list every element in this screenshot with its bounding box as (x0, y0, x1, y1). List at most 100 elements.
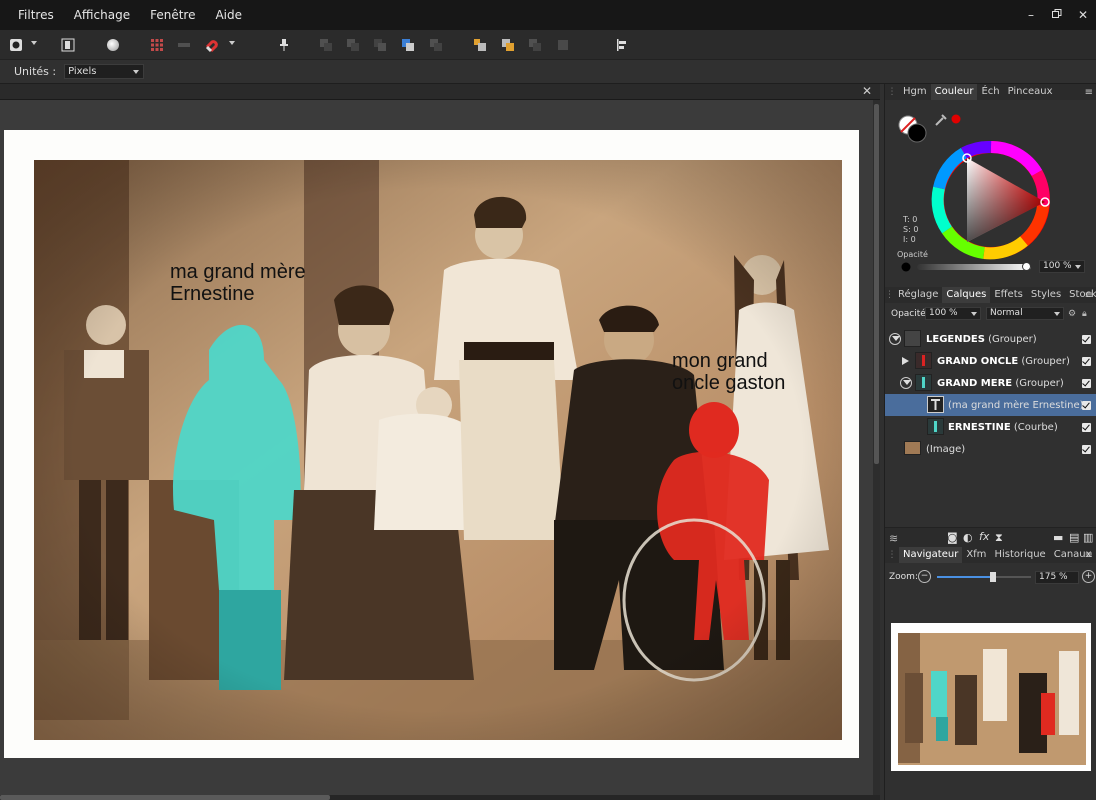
canvas-area[interactable]: ma grand mère Ernestine mon grand oncle … (0, 100, 880, 800)
menu-aide[interactable]: Aide (206, 8, 253, 22)
opacity-slider-thumb[interactable] (1022, 262, 1031, 271)
fill-stroke-swatch[interactable] (897, 114, 929, 144)
layer-row-grand-oncle[interactable]: GRAND ONCLE (Grouper) (885, 350, 1096, 372)
blend-mode-select[interactable]: Normal (986, 307, 1064, 320)
selection-mode-caret-icon[interactable] (31, 41, 37, 45)
horizontal-scrollbar[interactable] (0, 795, 880, 800)
layer-name: ERNESTINE (Courbe) (948, 421, 1058, 433)
layer-row-ernestine[interactable]: ERNESTINE (Courbe) (885, 416, 1096, 438)
zoom-select[interactable]: 175 % (1035, 571, 1079, 584)
eyedropper-icon[interactable] (933, 112, 949, 128)
layers-stack-icon[interactable]: ≋ (889, 532, 898, 545)
arrange-forward-icon[interactable] (368, 33, 392, 57)
close-document-icon[interactable]: ✕ (862, 84, 872, 98)
folder-icon[interactable]: ▬ (1053, 531, 1063, 544)
new-layer-icon[interactable]: ▤ (1069, 531, 1079, 544)
snapshot-icon[interactable] (56, 33, 80, 57)
visibility-checkbox[interactable] (1082, 356, 1091, 366)
layer-opacity-select[interactable]: 100 % (925, 307, 981, 320)
layer-name: (Image) (926, 443, 966, 455)
tab-hgm[interactable]: Hgm (899, 84, 931, 100)
layer-row-grand-mere[interactable]: GRAND MERE (Grouper) (885, 372, 1096, 394)
layer-row-image[interactable]: (Image) (885, 438, 1096, 460)
tab-styles[interactable]: Styles (1027, 287, 1065, 303)
tab-historique[interactable]: Historique (990, 547, 1049, 563)
zoom-out-icon[interactable]: − (918, 570, 931, 583)
panel-menu-icon[interactable]: ≡ (1085, 290, 1093, 301)
tab-couleur[interactable]: Couleur (930, 84, 978, 100)
visibility-checkbox[interactable] (1082, 400, 1091, 410)
tab-ech[interactable]: Éch (977, 84, 1003, 100)
panel-menu-icon[interactable]: ≡ (1085, 550, 1093, 561)
arrange-backward-icon[interactable] (341, 33, 365, 57)
visibility-checkbox[interactable] (1082, 378, 1091, 388)
distribute-icon[interactable] (610, 33, 634, 57)
arrange-back-icon[interactable] (314, 33, 338, 57)
layer-name: (ma grand mère Ernestine) (948, 399, 1084, 411)
visibility-checkbox[interactable] (1082, 444, 1091, 454)
minimize-icon[interactable]: – (1018, 8, 1044, 22)
zoom-in-icon[interactable]: + (1082, 570, 1095, 583)
navigator-preview[interactable] (891, 623, 1091, 771)
align-top-icon[interactable] (551, 33, 575, 57)
zoom-slider-thumb[interactable] (989, 572, 996, 582)
color-wheel[interactable] (929, 138, 1053, 262)
color-picker-icon[interactable] (101, 33, 125, 57)
active-color-dot[interactable] (951, 114, 961, 124)
align-right-icon[interactable] (523, 33, 547, 57)
horizontal-scroll-thumb[interactable] (0, 795, 330, 800)
intensity-value: I: 0 (903, 235, 916, 244)
caption-grandmother[interactable]: ma grand mère Ernestine (170, 261, 306, 305)
units-select[interactable]: Pixels (64, 64, 145, 79)
restore-icon[interactable] (1044, 8, 1070, 22)
pin-icon[interactable] (272, 33, 296, 57)
fx-icon[interactable]: fx (979, 530, 989, 543)
layer-row-caption-text[interactable]: (ma grand mère Ernestine) (885, 394, 1096, 416)
visibility-checkbox[interactable] (1082, 334, 1091, 344)
live-filter-icon[interactable]: ⧗ (995, 531, 1003, 545)
opacity-select[interactable]: 100 % (1039, 260, 1085, 273)
snapping-magnet-icon[interactable] (200, 33, 224, 57)
expand-icon[interactable] (902, 357, 909, 365)
vertical-scrollbar[interactable] (873, 100, 880, 800)
menu-filtres[interactable]: Filtres (9, 8, 65, 22)
panel-grip-icon[interactable]: ⋮ (885, 550, 899, 560)
close-icon[interactable]: ✕ (1070, 8, 1096, 22)
tab-xfm[interactable]: Xfm (962, 547, 990, 563)
vertical-scroll-thumb[interactable] (874, 104, 879, 464)
navigator-panel: ⋮ Navigateur Xfm Historique Canaux ≡ Zoo… (885, 547, 1096, 800)
layer-row-legendes[interactable]: LEGENDES (Grouper) (885, 328, 1096, 350)
family-photo[interactable]: ma grand mère Ernestine mon grand oncle … (34, 160, 842, 740)
layers-panel-tabs: ⋮ Réglage Calques Effets Styles Stock ≡ (885, 287, 1096, 303)
menu-affichage[interactable]: Affichage (65, 8, 141, 22)
zoom-value: 175 % (1039, 572, 1068, 582)
align-center-icon[interactable] (496, 33, 520, 57)
arrange-other-icon[interactable] (424, 33, 448, 57)
guides-icon[interactable] (172, 33, 196, 57)
zoom-slider-track[interactable] (937, 572, 1031, 582)
affinity-photo-window: Filtres Affichage Fenêtre Aide – ✕ Unité… (0, 0, 1096, 800)
snapping-caret-icon[interactable] (229, 41, 235, 45)
menu-fenetre[interactable]: Fenêtre (141, 8, 206, 22)
selection-mode-icon[interactable] (4, 33, 28, 57)
opacity-slider-track[interactable] (917, 262, 1031, 271)
visibility-checkbox[interactable] (1082, 422, 1091, 432)
adjustment-icon[interactable]: ◐ (963, 531, 973, 544)
tab-navigateur[interactable]: Navigateur (899, 547, 963, 563)
caption-granduncle[interactable]: mon grand oncle gaston (672, 350, 785, 394)
panel-grip-icon[interactable]: ⋮ (885, 290, 894, 300)
tab-pinceaux[interactable]: Pinceaux (1004, 84, 1057, 100)
gear-icon[interactable]: ⚙ (1068, 309, 1076, 319)
panel-menu-icon[interactable]: ≡ (1085, 87, 1093, 98)
grid-icon[interactable] (145, 33, 169, 57)
tab-reglage[interactable]: Réglage (894, 287, 942, 303)
panel-grip-icon[interactable]: ⋮ (885, 87, 899, 97)
layer-opacity-label: Opacité: (891, 309, 929, 319)
trash-icon[interactable]: ▥ (1083, 531, 1093, 544)
tab-calques[interactable]: Calques (942, 287, 991, 303)
lock-icon[interactable]: 🔒︎ (1082, 309, 1087, 319)
tab-effets[interactable]: Effets (990, 287, 1027, 303)
align-left-icon[interactable] (468, 33, 492, 57)
mask-icon[interactable]: ◙ (947, 531, 958, 544)
arrange-front-icon[interactable] (396, 33, 420, 57)
